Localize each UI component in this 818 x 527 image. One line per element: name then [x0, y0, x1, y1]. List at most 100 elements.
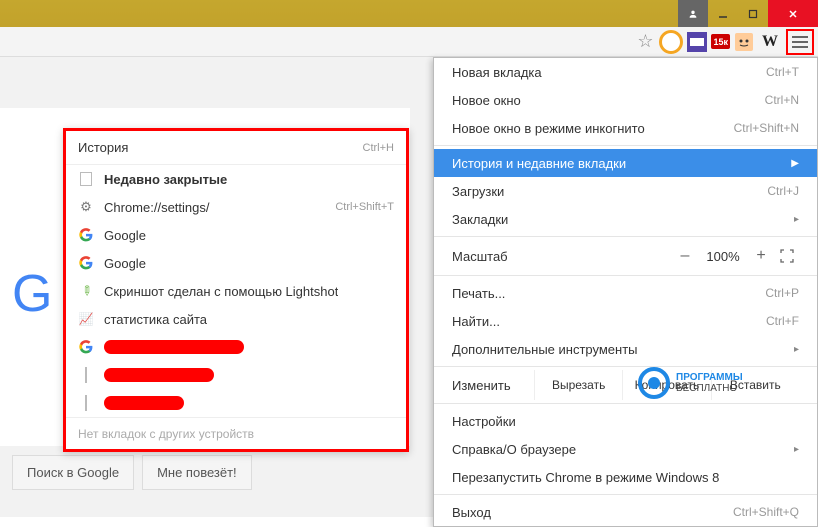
history-item[interactable] — [66, 361, 406, 389]
watermark-logo: ПРОГРАММЫ БЕСПЛАТНО — [638, 367, 743, 399]
shortcut-text: Ctrl+F — [766, 314, 799, 328]
doc-icon — [85, 368, 87, 382]
zoom-value: 100% — [699, 249, 747, 264]
menu-item[interactable]: Закладки▸ — [434, 205, 817, 233]
menu-item[interactable]: Настройки — [434, 407, 817, 435]
zoom-in-button[interactable]: + — [747, 247, 775, 265]
menu-item[interactable]: Печать... Ctrl+P — [434, 279, 817, 307]
history-item[interactable]: ⚙ Chrome://settings/Ctrl+Shift+T — [66, 193, 406, 221]
menu-item-label: Справка/О браузере — [452, 442, 576, 457]
close-button[interactable] — [768, 0, 818, 27]
menu-history-recent-tabs[interactable]: История и недавние вкладки ▶ — [434, 149, 817, 177]
menu-item[interactable]: Новое окно в режиме инкогнито Ctrl+Shift+… — [434, 114, 817, 142]
history-item[interactable] — [66, 333, 406, 361]
browser-toolbar: ☆ 15к W — [0, 27, 818, 57]
history-item[interactable]: ✎ Скриншот сделан с помощью Lightshot — [66, 277, 406, 305]
menu-separator — [434, 403, 817, 404]
extension-icon-1[interactable] — [659, 30, 683, 54]
doc-icon — [85, 396, 87, 410]
menu-item-label: Новое окно — [452, 93, 521, 108]
menu-item[interactable]: ВыходCtrl+Shift+Q — [434, 498, 817, 526]
history-item-label: Chrome://settings/ — [104, 200, 210, 215]
menu-separator — [434, 494, 817, 495]
chrome-main-menu: Новая вкладкаCtrl+TНовое окноCtrl+NНовое… — [433, 57, 818, 527]
menu-separator — [434, 366, 817, 367]
menu-item-label: Настройки — [452, 414, 516, 429]
shortcut-text: Ctrl+J — [767, 184, 799, 198]
menu-item-label: Перезапустить Chrome в режиме Windows 8 — [452, 470, 719, 485]
menu-item[interactable]: Дополнительные инструменты ▸ — [434, 335, 817, 363]
chevron-right-icon: ▸ — [794, 214, 799, 225]
submenu-history-shortcut: Ctrl+H — [363, 142, 394, 154]
shortcut-text: Ctrl+N — [765, 93, 799, 107]
menu-item[interactable]: Новая вкладка Ctrl+T — [434, 58, 817, 86]
shortcut-text: Ctrl+Shift+N — [734, 121, 799, 135]
redacted-text — [104, 340, 244, 354]
doc-icon — [78, 171, 94, 187]
window-title-bar — [0, 0, 818, 27]
redacted-text — [104, 396, 184, 410]
menu-item-label: Найти... — [452, 314, 500, 329]
history-submenu: История Ctrl+H Недавно закрытые ⚙ Chrome:… — [63, 128, 409, 452]
chart-icon: 📈 — [79, 312, 94, 326]
chevron-right-icon: ▸ — [794, 444, 799, 455]
menu-item-label: Печать... — [452, 286, 505, 301]
menu-item[interactable]: Загрузки Ctrl+J — [434, 177, 817, 205]
cut-button[interactable]: Вырезать — [534, 370, 622, 400]
menu-item-label: Дополнительные инструменты — [452, 342, 638, 357]
edit-label: Изменить — [452, 378, 534, 393]
zoom-out-button[interactable]: – — [671, 247, 699, 265]
main-menu-button[interactable] — [786, 29, 814, 55]
history-item-label: Скриншот сделан с помощью Lightshot — [104, 284, 338, 299]
history-item-label: Google — [104, 256, 146, 271]
menu-separator — [434, 275, 817, 276]
menu-zoom-row: Масштаб – 100% + — [434, 240, 817, 272]
menu-item[interactable]: Справка/О браузере ▸ — [434, 435, 817, 463]
menu-item[interactable]: Найти... Ctrl+F — [434, 307, 817, 335]
extension-icon-3[interactable] — [732, 30, 756, 54]
submenu-footer: Нет вкладок с других устройств — [66, 417, 406, 449]
bookmark-star-icon[interactable]: ☆ — [633, 30, 657, 54]
google-search-button[interactable]: Поиск в Google — [12, 455, 134, 490]
submenu-history-label: История — [78, 140, 128, 155]
watermark-icon — [638, 367, 670, 399]
google-logo: G — [12, 264, 50, 324]
menu-separator — [434, 145, 817, 146]
menu-item-label: Новое окно в режиме инкогнито — [452, 121, 645, 136]
menu-separator — [434, 236, 817, 237]
maximize-button[interactable] — [738, 0, 768, 27]
menu-item-label: Выход — [452, 505, 491, 520]
search-buttons-row: Поиск в Google Мне повезёт! — [12, 455, 252, 490]
menu-item-label: Новая вкладка — [452, 65, 542, 80]
google-favicon-icon — [79, 256, 93, 270]
menu-item[interactable]: Перезапустить Chrome в режиме Windows 8 — [434, 463, 817, 491]
menu-item[interactable]: Новое окно Ctrl+N — [434, 86, 817, 114]
chevron-right-icon: ▸ — [794, 344, 799, 355]
history-item[interactable] — [66, 389, 406, 417]
history-item-label: статистика сайта — [104, 312, 207, 327]
extension-badge[interactable]: 15к — [711, 34, 730, 49]
extension-icon-2[interactable] — [685, 30, 709, 54]
account-button[interactable] — [678, 0, 708, 27]
history-item[interactable]: 📈 статистика сайта — [66, 305, 406, 333]
extension-icon-w[interactable]: W — [758, 30, 782, 54]
fullscreen-button[interactable] — [775, 249, 799, 263]
shortcut-text: Ctrl+T — [766, 65, 799, 79]
pencil-icon: ✎ — [76, 281, 95, 300]
shortcut-text: Ctrl+P — [765, 286, 799, 300]
google-favicon-icon — [79, 228, 93, 242]
menu-edit-row: Изменить Вырезать Копировать Вставить — [434, 370, 817, 400]
minimize-button[interactable] — [708, 0, 738, 27]
chevron-right-icon: ▶ — [791, 158, 799, 169]
redacted-text — [104, 368, 214, 382]
submenu-recent-closed[interactable]: Недавно закрытые — [66, 165, 406, 193]
feeling-lucky-button[interactable]: Мне повезёт! — [142, 455, 252, 490]
menu-item-label: Загрузки — [452, 184, 504, 199]
google-favicon-icon — [79, 340, 93, 354]
history-item-label: Google — [104, 228, 146, 243]
history-item[interactable]: Google — [66, 249, 406, 277]
shortcut-text: Ctrl+Shift+T — [335, 201, 394, 213]
submenu-history-header[interactable]: История Ctrl+H — [66, 131, 406, 165]
gear-icon: ⚙ — [80, 199, 92, 215]
history-item[interactable]: Google — [66, 221, 406, 249]
